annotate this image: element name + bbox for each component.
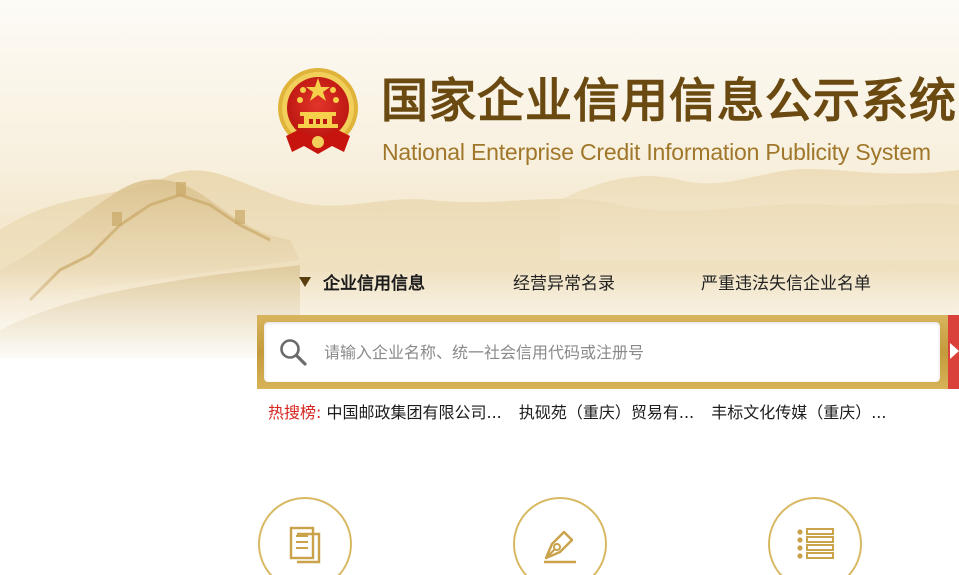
tab-label: 经营异常名录 [513,274,615,294]
site-title-cn: 国家企业信用信息公示系统 [381,74,957,129]
search-type-tabs: 企业信用信息 经营异常名录 严重违法失信企业名单 [0,268,959,300]
tab-serious-violation-list[interactable]: 严重违法失信企业名单 [701,268,871,300]
feature-list-button[interactable] [768,497,862,575]
tab-enterprise-credit[interactable]: 企业信用信息 [299,268,425,300]
arrow-right-icon [950,343,959,359]
pen-nib-icon [544,530,576,564]
list-icon [797,528,834,559]
hot-search-item[interactable]: 中国邮政集团有限公司... [327,403,502,422]
document-icon [289,526,321,564]
tab-label: 严重违法失信企业名单 [701,274,871,294]
hot-search-item[interactable]: 执砚苑（重庆）贸易有... [519,403,694,422]
search-icon[interactable] [278,337,308,367]
national-emblem-icon [278,68,358,154]
great-wall-background [0,0,959,358]
hot-search-row: 热搜榜: 中国邮政集团有限公司... 执砚苑（重庆）贸易有... 丰标文化传媒（… [268,399,959,427]
search-input[interactable] [318,330,940,374]
feature-pen-button[interactable] [513,497,607,575]
header-banner [0,0,959,358]
hot-search-item[interactable]: 丰标文化传媒（重庆）... [711,403,886,422]
tab-abnormal-operation-list[interactable]: 经营异常名录 [513,268,615,300]
page: 国家企业信用信息公示系统 National Enterprise Credit … [0,0,959,575]
hot-search-label: 热搜榜: [268,403,322,422]
tab-label: 企业信用信息 [323,274,425,294]
triangle-down-icon [299,277,311,287]
feature-document-button[interactable] [258,497,352,575]
site-title-en: National Enterprise Credit Information P… [382,139,931,165]
